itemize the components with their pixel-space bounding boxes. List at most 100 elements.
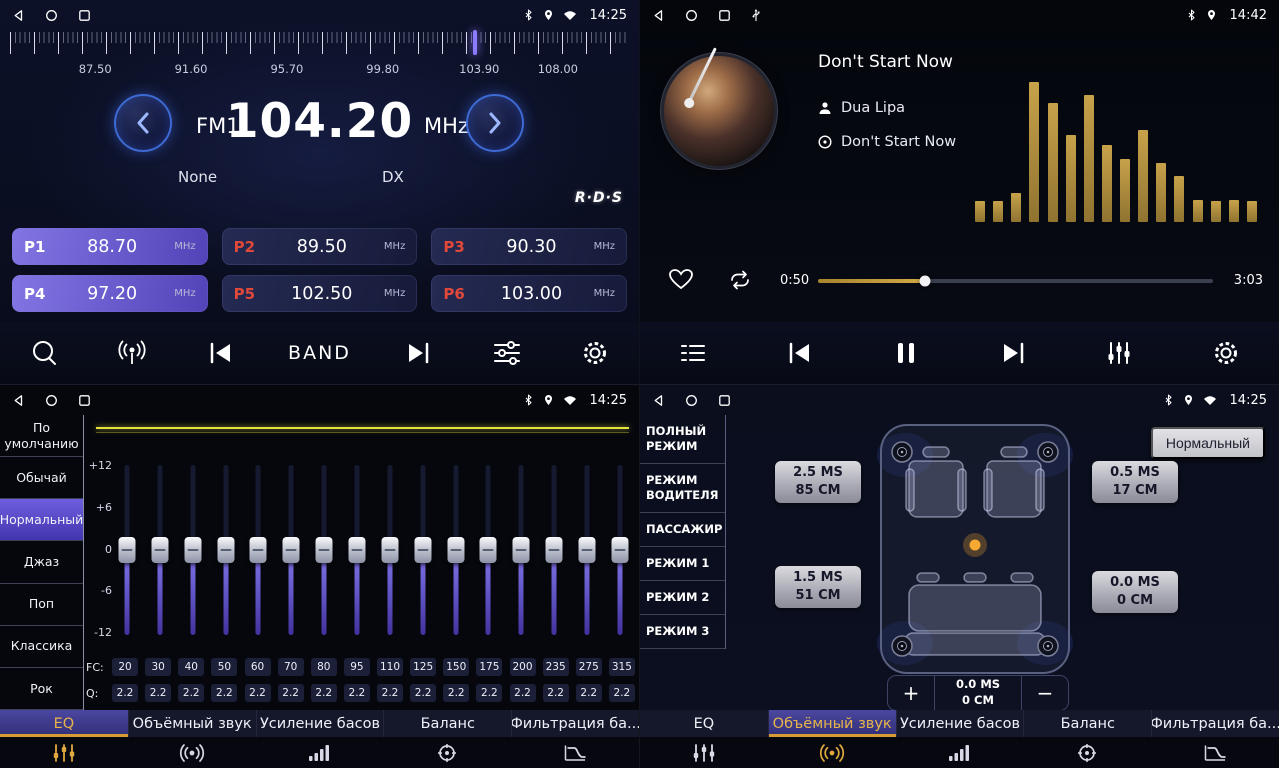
preset-button[interactable]: P1 88.70 MHz <box>12 228 208 265</box>
slider-handle[interactable] <box>217 537 234 563</box>
pause-button[interactable] <box>885 341 927 365</box>
settings-gear-button[interactable] <box>1205 339 1247 367</box>
q-value: 2.2 <box>278 684 304 702</box>
slider-handle[interactable] <box>349 537 366 563</box>
eq-band-slider[interactable] <box>414 465 432 635</box>
listening-mode-item[interactable]: РЕЖИМ 1 <box>640 547 725 581</box>
eq-preset-item[interactable]: Поп <box>0 584 83 626</box>
delay-increase-button[interactable]: + <box>888 676 934 710</box>
playlist-button[interactable] <box>672 343 714 363</box>
eq-band-slider[interactable] <box>381 465 399 635</box>
back-button[interactable] <box>12 394 25 407</box>
tab-filter[interactable]: Фильтрация ба... <box>1151 710 1279 768</box>
home-button[interactable] <box>685 9 698 22</box>
eq-band-slider[interactable] <box>151 465 169 635</box>
eq-band-slider[interactable] <box>545 465 563 635</box>
slider-handle[interactable] <box>414 537 431 563</box>
home-button[interactable] <box>685 394 698 407</box>
slider-handle[interactable] <box>546 537 563 563</box>
slider-handle[interactable] <box>381 537 398 563</box>
frequency-scale[interactable]: 87.50 91.60 95.70 99.80 103.90 108.00 <box>0 30 639 82</box>
back-button[interactable] <box>652 9 665 22</box>
settings-gear-button[interactable] <box>574 339 616 367</box>
eq-band-slider[interactable] <box>217 465 235 635</box>
slider-handle[interactable] <box>579 537 596 563</box>
tab-bass-boost[interactable]: Усиление басов <box>896 710 1024 768</box>
eq-band-slider[interactable] <box>578 465 596 635</box>
equalizer-button[interactable] <box>1098 341 1140 365</box>
band-button[interactable]: BAND <box>288 342 351 364</box>
rear-right-delay[interactable]: 0.0 MS 0 CM <box>1092 571 1178 613</box>
slider-handle[interactable] <box>151 537 168 563</box>
listening-mode-item[interactable]: ПОЛНЫЙ РЕЖИМ <box>640 415 725 464</box>
front-left-delay[interactable]: 2.5 MS 85 CM <box>775 461 861 503</box>
slider-handle[interactable] <box>480 537 497 563</box>
listening-mode-item[interactable]: РЕЖИМ 3 <box>640 615 725 649</box>
rear-left-delay[interactable]: 1.5 MS 51 CM <box>775 566 861 608</box>
tab-surround[interactable]: Объёмный звук <box>128 710 256 768</box>
preset-button[interactable]: P4 97.20 MHz <box>12 275 208 312</box>
slider-handle[interactable] <box>250 537 267 563</box>
slider-handle[interactable] <box>611 537 628 563</box>
previous-track-button[interactable] <box>779 342 821 364</box>
eq-preset-item[interactable]: По умолчанию <box>0 415 83 457</box>
eq-preset-item[interactable]: Классика <box>0 626 83 668</box>
eq-band-slider[interactable] <box>118 465 136 635</box>
eq-band-slider[interactable] <box>611 465 629 635</box>
audio-settings-button[interactable] <box>486 341 528 365</box>
eq-band-slider[interactable] <box>447 465 465 635</box>
next-track-button[interactable] <box>992 342 1034 364</box>
back-button[interactable] <box>652 394 665 407</box>
tab-bass-boost[interactable]: Усиление басов <box>256 710 384 768</box>
listening-mode-item[interactable]: ПАССАЖИР <box>640 513 725 547</box>
home-button[interactable] <box>45 394 58 407</box>
back-button[interactable] <box>12 9 25 22</box>
slider-handle[interactable] <box>447 537 464 563</box>
eq-band-slider[interactable] <box>249 465 267 635</box>
slider-handle[interactable] <box>184 537 201 563</box>
eq-preset-item[interactable]: Рок <box>0 668 83 710</box>
eq-preset-item[interactable]: Обычай <box>0 457 83 499</box>
preset-button[interactable]: P5 102.50 MHz <box>222 275 418 312</box>
tune-up-button[interactable] <box>466 94 524 152</box>
slider-handle[interactable] <box>283 537 300 563</box>
eq-preset-item[interactable]: Джаз <box>0 541 83 583</box>
preset-button[interactable]: P3 90.30 MHz <box>431 228 627 265</box>
eq-band-slider[interactable] <box>479 465 497 635</box>
seek-bar[interactable] <box>818 279 1213 283</box>
preset-button[interactable]: P6 103.00 MHz <box>431 275 627 312</box>
listening-mode-item[interactable]: РЕЖИМ ВОДИТЕЛЯ <box>640 464 725 513</box>
recents-button[interactable] <box>78 394 91 407</box>
tab-balance[interactable]: Баланс <box>1023 710 1151 768</box>
tab-eq[interactable]: EQ <box>640 710 768 768</box>
front-right-delay[interactable]: 0.5 MS 17 CM <box>1092 461 1178 503</box>
recents-button[interactable] <box>78 9 91 22</box>
home-button[interactable] <box>45 9 58 22</box>
eq-band-slider[interactable] <box>315 465 333 635</box>
recents-button[interactable] <box>718 9 731 22</box>
sound-preset-button[interactable]: Нормальный <box>1151 427 1265 459</box>
repeat-button[interactable] <box>726 270 754 290</box>
recents-button[interactable] <box>718 394 731 407</box>
tab-surround[interactable]: Объёмный звук <box>768 710 896 768</box>
preset-button[interactable]: P2 89.50 MHz <box>222 228 418 265</box>
scan-button[interactable] <box>23 338 65 368</box>
slider-handle[interactable] <box>316 537 333 563</box>
eq-band-slider[interactable] <box>512 465 530 635</box>
eq-band-slider[interactable] <box>184 465 202 635</box>
eq-band-slider[interactable] <box>282 465 300 635</box>
previous-station-button[interactable] <box>200 342 242 364</box>
slider-handle[interactable] <box>513 537 530 563</box>
next-station-button[interactable] <box>397 342 439 364</box>
aps-broadcast-button[interactable] <box>111 340 153 366</box>
delay-decrease-button[interactable]: − <box>1022 676 1068 710</box>
seek-bar-thumb[interactable] <box>919 276 930 287</box>
tab-filter[interactable]: Фильтрация ба... <box>511 710 639 768</box>
tab-eq[interactable]: EQ <box>0 710 128 768</box>
eq-preset-item[interactable]: Нормальный <box>0 499 83 541</box>
tab-balance[interactable]: Баланс <box>383 710 511 768</box>
listening-mode-item[interactable]: РЕЖИМ 2 <box>640 581 725 615</box>
eq-band-slider[interactable] <box>348 465 366 635</box>
favorite-button[interactable] <box>668 268 694 290</box>
slider-handle[interactable] <box>119 537 136 563</box>
